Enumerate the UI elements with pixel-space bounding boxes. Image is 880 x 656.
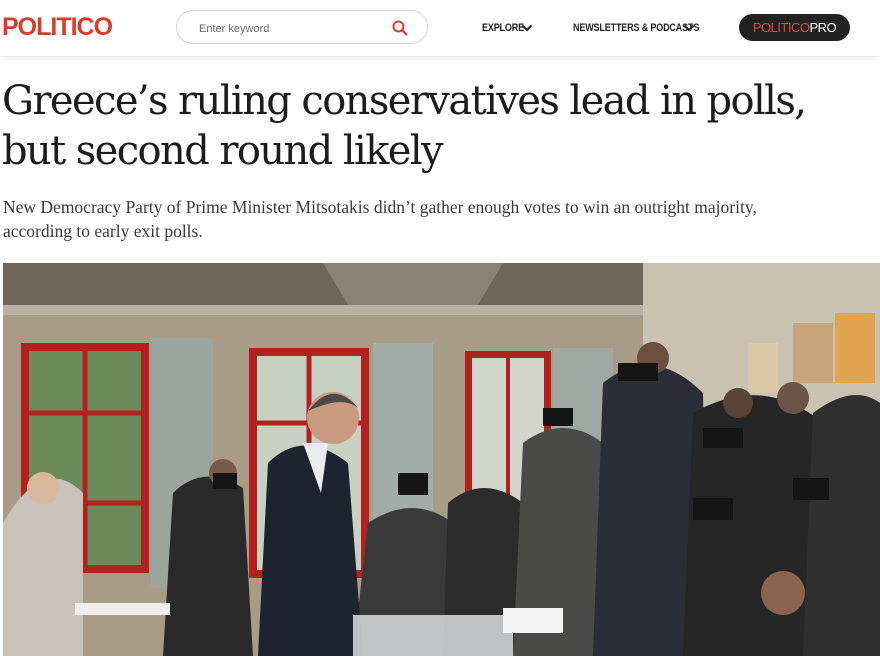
headline-line-2: but second round likely bbox=[2, 128, 444, 174]
search-box[interactable] bbox=[176, 10, 428, 44]
dek-line-2: according to early exit polls. bbox=[3, 221, 203, 241]
headline-line-1: Greece’s ruling conservatives lead in po… bbox=[2, 78, 807, 124]
nav-explore[interactable]: EXPLORE bbox=[482, 20, 524, 36]
article-headline: Greece’s ruling conservatives lead in po… bbox=[2, 76, 872, 176]
dek-line-1: New Democracy Party of Prime Minister Mi… bbox=[3, 197, 757, 217]
chevron-down-icon[interactable] bbox=[521, 21, 533, 33]
article-dek: New Democracy Party of Prime Minister Mi… bbox=[3, 195, 863, 243]
chevron-down-icon[interactable] bbox=[683, 21, 695, 33]
site-header: POLITICO EXPLORE NEWSLETTERS & PODCASTS … bbox=[0, 0, 880, 57]
pro-button-brand: POLITICO bbox=[752, 20, 810, 35]
politico-pro-button[interactable]: POLITICOPRO bbox=[739, 14, 850, 41]
search-icon[interactable] bbox=[391, 19, 409, 37]
search-input[interactable] bbox=[197, 19, 381, 39]
nav-newsletters-podcasts[interactable]: NEWSLETTERS & PODCASTS bbox=[573, 20, 699, 36]
politico-logo[interactable]: POLITICO bbox=[2, 12, 113, 42]
article-lead-photo[interactable] bbox=[3, 263, 880, 656]
pro-button-pro: PRO bbox=[809, 20, 837, 35]
